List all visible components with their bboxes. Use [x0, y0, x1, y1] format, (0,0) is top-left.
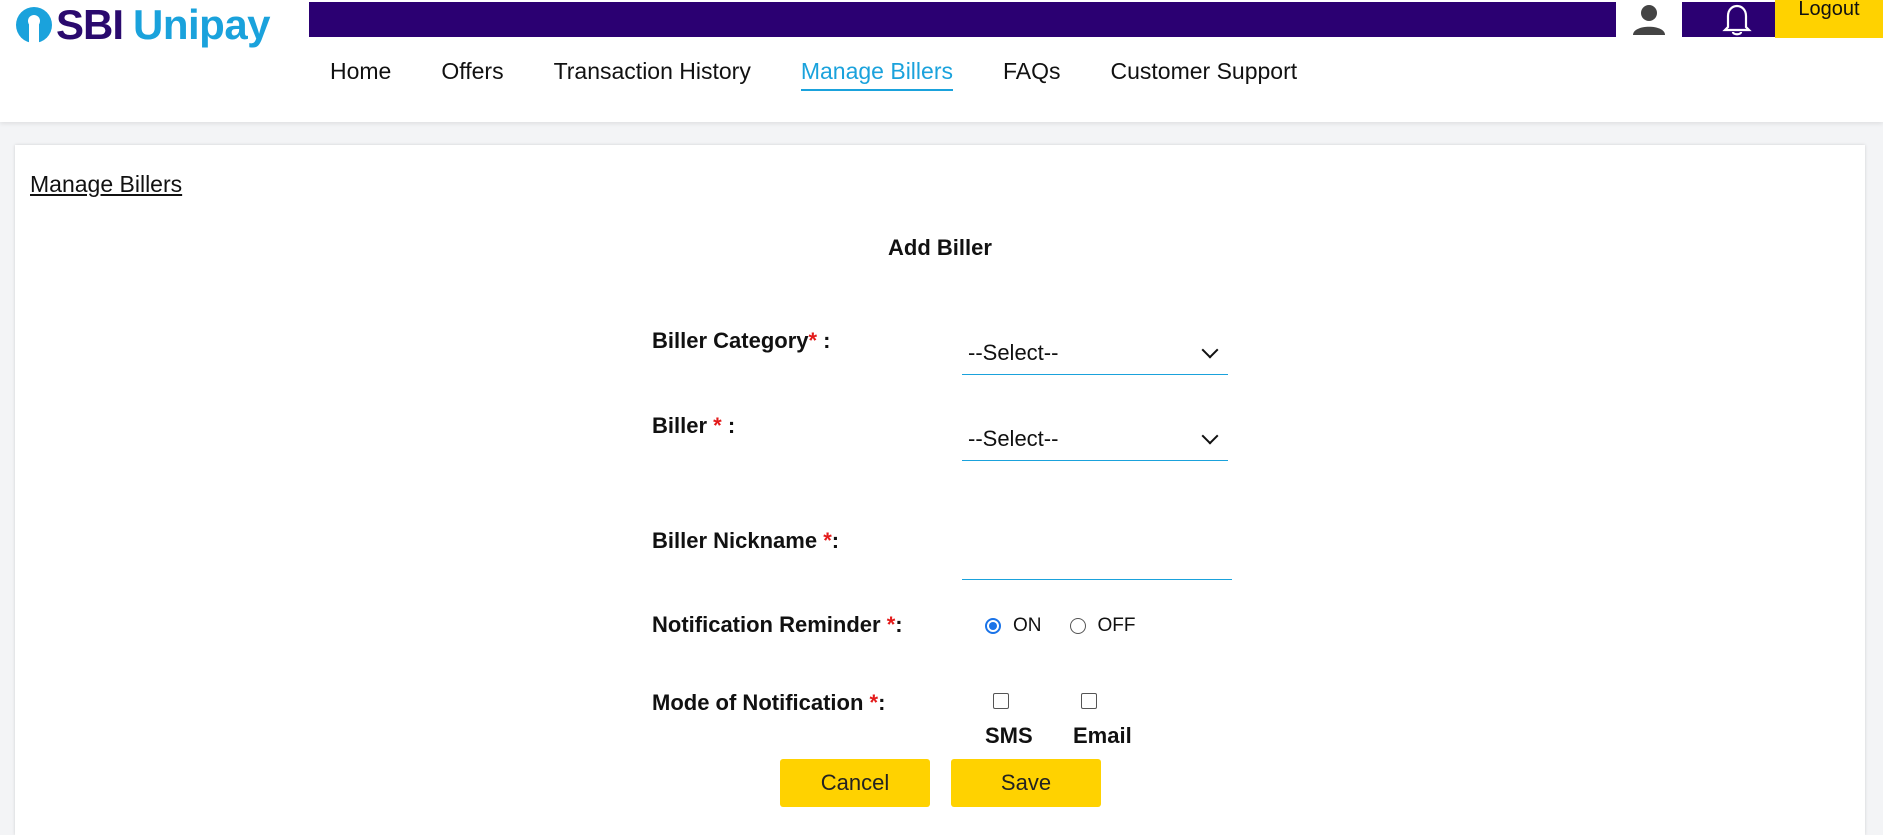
nav-home[interactable]: Home — [330, 58, 391, 91]
required-mark: * — [713, 413, 722, 438]
chevron-down-icon — [1201, 427, 1219, 444]
notification-reminder-label: Notification Reminder *: — [652, 612, 903, 638]
nav-manage-billers[interactable]: Manage Billers — [800, 58, 953, 91]
mode-of-notification-label-text: Mode of Notification — [652, 690, 870, 715]
biller-category-select[interactable]: --Select-- — [962, 331, 1228, 375]
biller-label: Biller * : — [652, 413, 735, 439]
bell-icon — [1722, 4, 1752, 35]
chevron-down-icon — [1201, 341, 1219, 358]
sms-checkbox[interactable] — [993, 693, 1009, 709]
label-suffix: : — [895, 612, 903, 637]
email-option: Email — [1073, 693, 1132, 749]
nav-offers[interactable]: Offers — [441, 58, 503, 91]
required-mark: * — [808, 328, 818, 353]
nav-customer-support[interactable]: Customer Support — [1111, 58, 1298, 91]
top-bar — [309, 2, 1883, 37]
email-checkbox[interactable] — [1081, 693, 1097, 709]
save-button[interactable]: Save — [951, 759, 1101, 807]
nav-transaction-history[interactable]: Transaction History — [554, 58, 751, 91]
biller-nickname-label: Biller Nickname *: — [652, 528, 839, 554]
sbi-logo-icon — [16, 7, 52, 43]
cancel-button[interactable]: Cancel — [780, 759, 930, 807]
biller-label-text: Biller — [652, 413, 714, 438]
label-suffix: : — [721, 413, 736, 438]
sbi-unipay-logo[interactable]: SBI Unipay — [16, 0, 271, 50]
notifications-button[interactable] — [1713, 2, 1761, 37]
radio-off-label[interactable]: OFF — [1098, 615, 1136, 637]
biller-category-label-text: Biller Category — [652, 328, 809, 353]
user-icon — [1633, 4, 1665, 35]
radio-on-label[interactable]: ON — [1013, 615, 1042, 637]
main-nav: Home Offers Transaction History Manage B… — [330, 58, 1347, 91]
logout-button[interactable]: Logout — [1775, 0, 1883, 38]
sms-label[interactable]: SMS — [985, 723, 1033, 749]
biller-nickname-label-text: Biller Nickname — [652, 528, 824, 553]
required-mark: * — [823, 528, 832, 553]
label-suffix: : — [817, 328, 831, 353]
notification-reminder-label-text: Notification Reminder — [652, 612, 887, 637]
biller-select[interactable]: --Select-- — [962, 417, 1228, 461]
user-profile-button[interactable] — [1616, 2, 1682, 37]
header: SBI Unipay Logout Home Offers Transactio… — [0, 0, 1883, 122]
page-title-link[interactable]: Manage Billers — [30, 171, 182, 198]
biller-value: --Select-- — [968, 425, 1059, 451]
biller-nickname-input[interactable] — [962, 537, 1232, 580]
biller-category-label: Biller Category* : — [652, 328, 831, 354]
form-title: Add Biller — [888, 235, 992, 260]
label-suffix: : — [878, 690, 886, 715]
notification-reminder-radio-group: ON OFF — [985, 615, 1164, 637]
logo-text-unipay: Unipay — [133, 1, 271, 48]
logo-text-sbi: SBI — [56, 1, 124, 48]
mode-of-notification-label: Mode of Notification *: — [652, 690, 885, 716]
required-mark: * — [869, 690, 879, 715]
required-mark: * — [886, 612, 896, 637]
content-card: Manage Billers Add Biller Biller Categor… — [15, 145, 1865, 835]
email-label[interactable]: Email — [1073, 723, 1132, 749]
radio-on[interactable] — [985, 618, 1001, 634]
label-suffix: : — [831, 528, 840, 553]
nav-faqs[interactable]: FAQs — [1003, 58, 1061, 91]
biller-category-value: --Select-- — [968, 339, 1059, 365]
radio-off[interactable] — [1069, 618, 1086, 634]
sms-option: SMS — [985, 693, 1033, 749]
